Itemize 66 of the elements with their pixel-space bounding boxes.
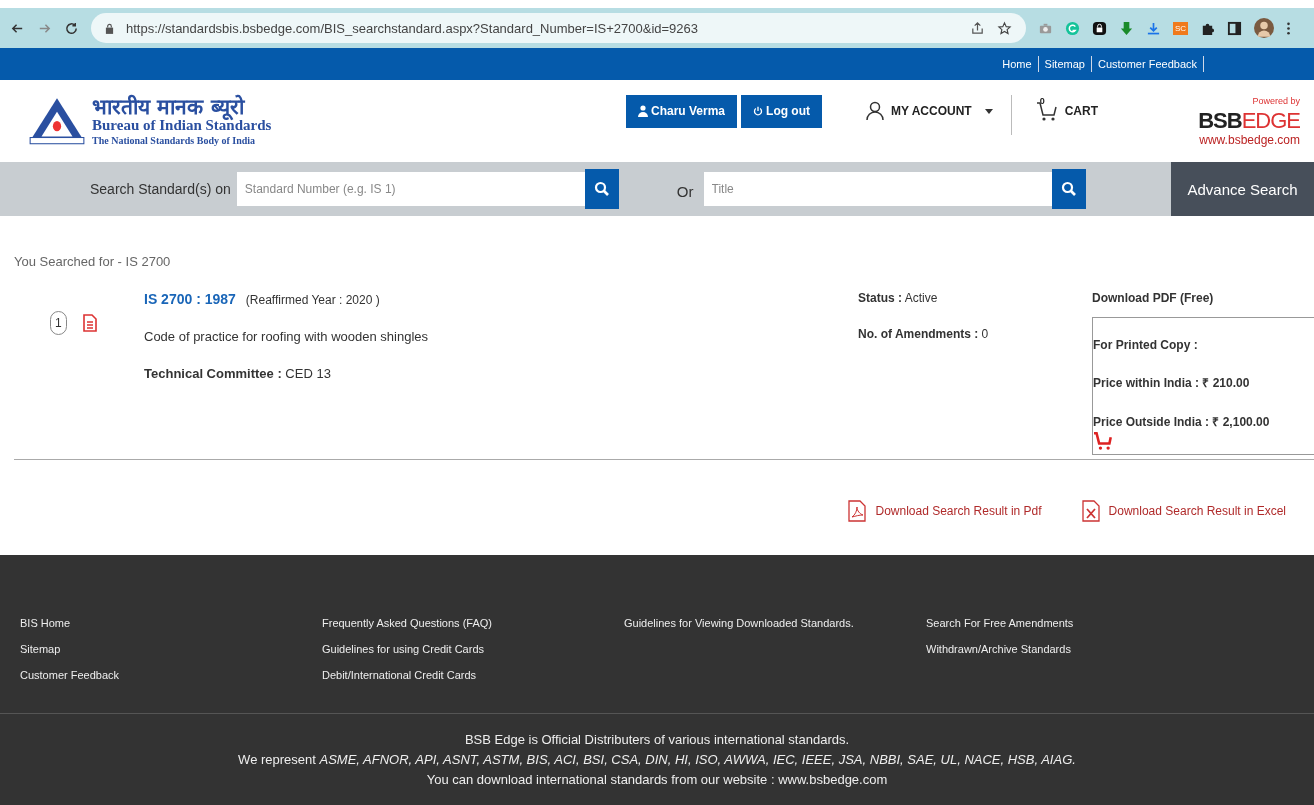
footer-link[interactable]: Debit/International Credit Cards <box>322 669 624 681</box>
avatar-icon[interactable] <box>1254 18 1275 38</box>
status-text: Status : Active <box>858 291 939 305</box>
download-arrow-icon[interactable] <box>1119 20 1134 36</box>
cart-count: 0 <box>1039 96 1045 106</box>
standard-link[interactable]: IS 2700 : 1987 <box>144 291 236 307</box>
pdf-file-icon <box>848 500 867 522</box>
account-menu[interactable]: MY ACCOUNT <box>860 100 999 122</box>
powered-by-text: Powered by <box>1252 96 1300 106</box>
search-icon <box>1060 181 1077 197</box>
search-label: Search Standard(s) on <box>90 181 231 197</box>
standard-number-field[interactable]: Standard Number (e.g. IS 1) <box>236 172 585 206</box>
top-link[interactable]: Home <box>996 58 1038 70</box>
user-button[interactable]: Log out <box>741 94 823 128</box>
user-icon <box>638 105 648 117</box>
footer-link[interactable]: Guidelines for Viewing Downloaded Standards. <box>624 617 926 629</box>
amendments-text: No. of Amendments : 0 <box>858 327 990 341</box>
document-icon[interactable] <box>82 314 97 332</box>
top-link[interactable]: Sitemap <box>1038 58 1091 70</box>
star-icon[interactable] <box>997 20 1012 36</box>
printed-copy-label: For Printed Copy : <box>1093 338 1199 352</box>
lock-extension-icon[interactable] <box>1092 20 1107 36</box>
cart-icon <box>1035 100 1058 122</box>
add-to-cart-icon[interactable] <box>1093 432 1113 450</box>
search-button[interactable] <box>584 169 619 209</box>
download-link[interactable]: Download Search Result in Pdf <box>848 500 1042 522</box>
search-button[interactable] <box>1051 169 1086 209</box>
user-button[interactable]: Charu Verma <box>626 94 738 128</box>
price-india-text: Price within India : ₹ 210.00 <box>1093 375 1251 391</box>
footer-note: You can download international standards from our website : www.bsbedge.com <box>426 772 888 787</box>
title-field[interactable]: Title <box>703 172 1052 206</box>
download-link[interactable]: Download Search Result in Excel <box>1081 500 1286 522</box>
standard-title: Code of practice for roofing with wooden shingles <box>144 329 429 344</box>
committee-text: Technical Committee : CED 13 <box>144 366 332 381</box>
lock-icon <box>105 22 114 34</box>
footer-note: BSB Edge is Official Distributers of various international standards. <box>464 732 850 747</box>
cart-button[interactable]: 0 CART <box>1029 99 1105 123</box>
reload-icon[interactable] <box>64 20 79 36</box>
footer-link[interactable]: Withdrawn/Archive Standards <box>926 643 1228 655</box>
advance-search-button[interactable]: Advance Search <box>1171 162 1314 216</box>
searched-for-text: You Searched for - IS 2700 <box>14 254 172 269</box>
address-bar[interactable]: https://standardsbis.bsbedge.com/BIS_searchstandard.aspx?Standard_Number=IS+2700&id=9263 <box>91 13 1026 43</box>
logo-tagline: The National Standards Body of India <box>92 136 257 146</box>
footer-link[interactable]: Customer Feedback <box>20 669 322 681</box>
footer-link[interactable]: Sitemap <box>20 643 322 655</box>
download-pdf-link[interactable]: Download PDF (Free) <box>1092 291 1314 305</box>
download-icon[interactable] <box>1146 20 1161 36</box>
footer-link[interactable]: Frequently Asked Questions (FAQ) <box>322 617 624 629</box>
footer-note: We represent ASME, AFNOR, API, ASNT, ASTM, BIS, ACI, BSI, CSA, DIN, HI, ISO, AWWA, IEC, IEEE, JSA, NBBI, SAE, UL, NACE, HSB, AIAG. <box>238 752 1076 767</box>
person-icon <box>866 101 885 121</box>
brand-site-text: www.bsbedge.com <box>1199 133 1300 146</box>
caret-icon <box>984 108 993 114</box>
share-icon[interactable] <box>970 20 985 36</box>
or-label: Or <box>676 181 694 200</box>
search-icon <box>593 181 610 197</box>
top-link[interactable]: Customer Feedback <box>1091 58 1203 70</box>
sidebar-icon[interactable] <box>1227 20 1243 36</box>
bsbedge-logo: BSBEDGE <box>1198 109 1300 132</box>
footer-link[interactable]: BIS Home <box>20 617 322 629</box>
reaffirmed-text: (Reaffirmed Year : 2020 ) <box>245 293 380 307</box>
footer-link[interactable]: Search For Free Amendments <box>926 617 1228 629</box>
footer-link[interactable]: Guidelines for using Credit Cards <box>322 643 624 655</box>
excel-file-icon <box>1081 500 1100 522</box>
power-icon <box>753 105 764 117</box>
menu-icon[interactable] <box>1286 20 1292 36</box>
price-outside-text: Price Outside India : ₹ 2,100.00 <box>1093 414 1271 430</box>
